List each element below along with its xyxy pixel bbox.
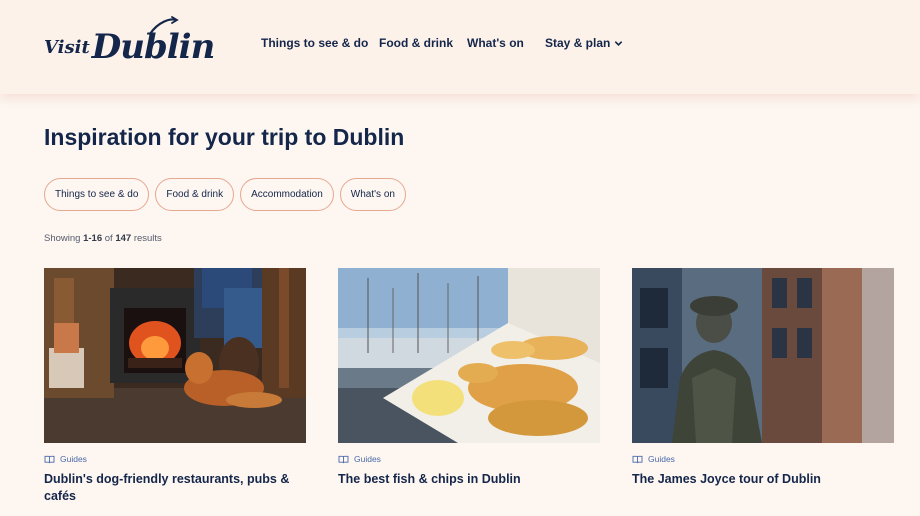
nav-label: Things to see & do	[261, 36, 369, 50]
nav-things-to-see[interactable]: Things to see & do	[261, 36, 368, 50]
results-total: 147	[115, 233, 132, 244]
results-of: of	[104, 233, 113, 244]
card-tag: Guides	[632, 454, 894, 464]
site-header: Visit Dublin Things to see & do Food & d…	[0, 0, 920, 94]
card-title[interactable]: The James Joyce tour of Dublin	[632, 471, 894, 488]
card-tag: Guides	[338, 454, 600, 464]
card-tag-label: Guides	[354, 454, 381, 464]
results-range: 1-16	[83, 233, 103, 244]
card-tag-label: Guides	[60, 454, 87, 464]
nav-label: Stay & plan	[545, 36, 611, 50]
book-icon	[338, 455, 349, 463]
logo-swoosh-icon	[148, 16, 179, 36]
main-content: Inspiration for your trip to Dublin Thin…	[0, 94, 920, 516]
nav-label: What's on	[467, 36, 524, 50]
filter-things-to-see[interactable]: Things to see & do	[44, 178, 150, 211]
card-title[interactable]: The best fish & chips in Dublin	[338, 471, 600, 488]
filter-accommodation[interactable]: Accommodation	[240, 178, 334, 211]
card-tag: Guides	[44, 454, 306, 464]
nav-food-drink[interactable]: Food & drink	[379, 36, 453, 50]
filter-chips: Things to see & do Food & drink Accommod…	[44, 178, 406, 211]
filter-whats-on[interactable]: What's on	[339, 178, 406, 211]
james-joyce-statue-image[interactable]	[632, 268, 894, 443]
guide-card[interactable]: Guides Dublin's dog-friendly restaurants…	[44, 268, 306, 508]
nav-stay-plan[interactable]: Stay & plan	[545, 36, 623, 50]
guide-card[interactable]: Guides The best fish & chips in Dublin	[338, 268, 600, 508]
nav-whats-on[interactable]: What's on	[467, 36, 524, 50]
chevron-down-icon	[615, 40, 623, 46]
card-tag-label: Guides	[648, 454, 675, 464]
results-prefix: Showing	[44, 233, 81, 244]
fish-and-chips-image[interactable]	[338, 268, 600, 443]
logo-visit-text: Visit	[44, 37, 90, 58]
guide-card[interactable]: Guides The James Joyce tour of Dublin	[632, 268, 894, 508]
results-count: Showing 1-16 of 147 results	[44, 233, 162, 244]
book-icon	[632, 455, 643, 463]
visit-dublin-logo[interactable]: Visit Dublin	[44, 14, 215, 68]
nav-label: Food & drink	[379, 36, 453, 50]
dog-fireplace-image[interactable]	[44, 268, 306, 443]
results-suffix: results	[133, 233, 162, 244]
book-icon	[44, 455, 55, 463]
page-title: Inspiration for your trip to Dublin	[44, 124, 405, 150]
card-title[interactable]: Dublin's dog-friendly restaurants, pubs …	[44, 471, 306, 505]
filter-food-drink[interactable]: Food & drink	[155, 178, 235, 211]
